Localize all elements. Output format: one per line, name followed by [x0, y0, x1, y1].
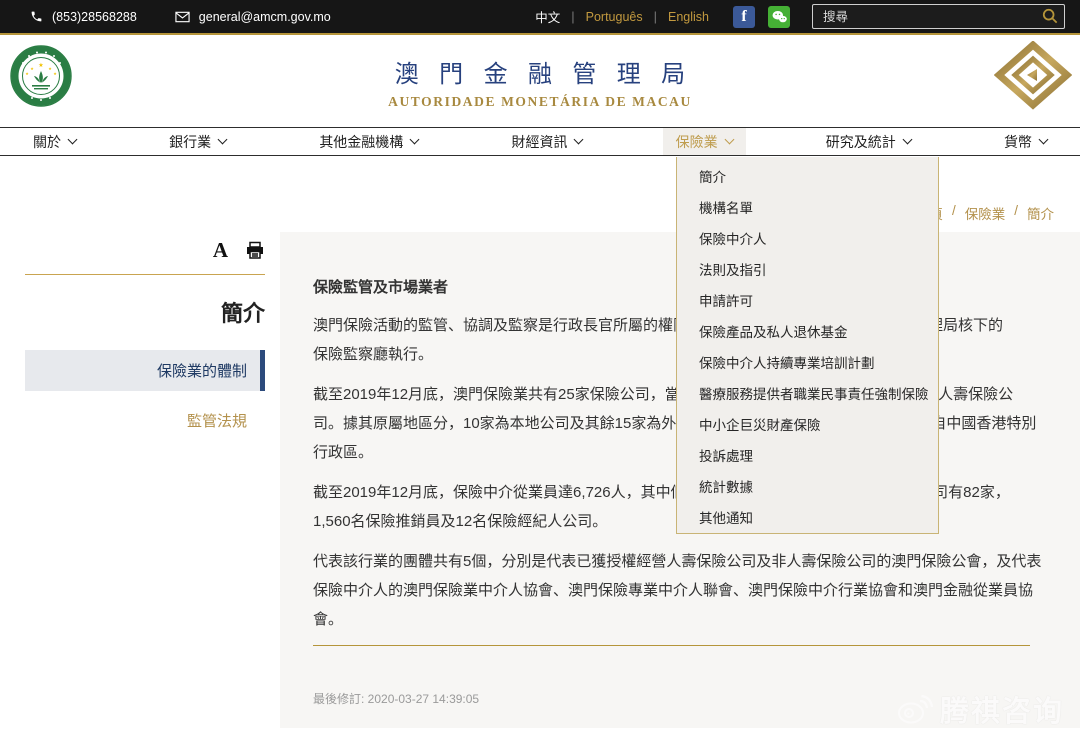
dropdown-item-insurance-intermediaries[interactable]: 保險中介人 [677, 224, 938, 255]
dropdown-item-licence-application[interactable]: 申請許可 [677, 286, 938, 317]
nav-label: 研究及統計 [826, 132, 896, 152]
search-icon[interactable] [1042, 8, 1058, 24]
nav-item-about[interactable]: 關於 [20, 128, 89, 155]
lang-pt[interactable]: Português [575, 10, 654, 24]
chevron-down-icon [724, 135, 734, 145]
font-size-button[interactable]: A [213, 240, 228, 261]
last-modified-text: 最後修訂: 2020-03-27 14:39:05 [313, 690, 1080, 707]
breadcrumb-separator: / [1014, 203, 1018, 223]
page-tools: A [25, 240, 265, 275]
content-divider [313, 645, 1030, 646]
sidebar-item-insurance-system[interactable]: 保險業的體制 [25, 350, 265, 391]
dropdown-item-cpd-programme[interactable]: 保險中介人持續專業培訓計劃 [677, 348, 938, 379]
site-title-chinese: 澳門金融管理局 [20, 54, 1080, 89]
chevron-down-icon [68, 135, 78, 145]
lang-en[interactable]: English [657, 10, 720, 24]
sidebar: A 簡介 保險業的體制 監管法規 [25, 240, 265, 450]
chevron-down-icon [902, 135, 912, 145]
print-icon[interactable] [245, 241, 265, 260]
dropdown-item-statistics[interactable]: 統計數據 [677, 472, 938, 503]
nav-item-other-financial-institutions[interactable]: 其他金融機構 [306, 128, 431, 155]
nav-label: 其他金融機構 [319, 132, 403, 152]
amcm-website-page: (853)28568288 general@amcm.gov.mo 中文 | P… [0, 0, 1080, 738]
dropdown-item-institutions-list[interactable]: 機構名單 [677, 193, 938, 224]
phone-contact: (853)28568288 [30, 10, 137, 24]
paragraph-associations: 代表該行業的團體共有5個，分別是代表已獲授權經營人壽保險公司及非人壽保險公司的澳… [313, 547, 1080, 634]
phone-number: (853)28568288 [52, 10, 137, 24]
mail-icon [175, 11, 190, 23]
facebook-icon[interactable]: f [733, 6, 755, 28]
insurance-dropdown-menu: 簡介 機構名單 保險中介人 法則及指引 申請許可 保險產品及私人退休基金 保險中… [676, 157, 939, 534]
search-input[interactable] [812, 4, 1065, 29]
wechat-glyph [771, 9, 788, 24]
breadcrumb-insurance[interactable]: 保險業 [965, 203, 1006, 223]
dropdown-item-sme-catastrophe-insurance[interactable]: 中小企巨災財產保險 [677, 410, 938, 441]
phone-icon [30, 10, 43, 23]
amcm-diamond-logo[interactable] [994, 41, 1072, 111]
search-box [812, 4, 1065, 29]
text-line: 保險中介人的澳門保險業中介人協會、澳門保險專業中介人聯會、澳門保險中介行業協會和… [313, 576, 1080, 605]
nav-label: 貨幣 [1004, 132, 1032, 152]
nav-item-financial-info[interactable]: 財經資訊 [498, 128, 595, 155]
dropdown-item-intro[interactable]: 簡介 [677, 162, 938, 193]
nav-item-currency[interactable]: 貨幣 [991, 128, 1060, 155]
top-utility-bar: (853)28568288 general@amcm.gov.mo 中文 | P… [0, 0, 1080, 35]
dropdown-item-complaints[interactable]: 投訴處理 [677, 441, 938, 472]
text-line: 代表該行業的團體共有5個，分別是代表已獲授權經營人壽保險公司及非人壽保險公司的澳… [313, 547, 1080, 576]
nav-label: 財經資訊 [511, 132, 567, 152]
site-title-block[interactable]: 澳門金融管理局 AUTORIDADE MONETÁRIA DE MACAU [0, 54, 1080, 110]
wechat-icon[interactable] [768, 6, 790, 28]
sidebar-section-title: 簡介 [25, 296, 265, 328]
nav-item-insurance[interactable]: 保險業 [663, 128, 746, 155]
dropdown-item-other-notices[interactable]: 其他通知 [677, 503, 938, 534]
main-nav: 關於 銀行業 其他金融機構 財經資訊 保險業 研究及統計 貨幣 [0, 127, 1080, 156]
nav-label: 關於 [33, 132, 61, 152]
lang-zh[interactable]: 中文 [524, 7, 571, 26]
sidebar-item-regulations[interactable]: 監管法規 [25, 400, 265, 441]
breadcrumb-current: 簡介 [1027, 203, 1054, 223]
chevron-down-icon [410, 135, 420, 145]
email-address[interactable]: general@amcm.gov.mo [199, 10, 331, 24]
nav-label: 保險業 [676, 132, 718, 152]
chevron-down-icon [1038, 135, 1048, 145]
topbar-right-group: 中文 | Português | English f [524, 4, 1065, 29]
site-title-portuguese: AUTORIDADE MONETÁRIA DE MACAU [0, 94, 1080, 110]
breadcrumb-separator: / [952, 203, 956, 223]
chevron-down-icon [574, 135, 584, 145]
dropdown-item-products-pension-funds[interactable]: 保險產品及私人退休基金 [677, 317, 938, 348]
chevron-down-icon [218, 135, 228, 145]
nav-label: 銀行業 [169, 132, 211, 152]
dropdown-item-medical-liability-insurance[interactable]: 醫療服務提供者職業民事責任強制保險 [677, 379, 938, 410]
email-contact[interactable]: general@amcm.gov.mo [175, 10, 331, 24]
text-line: 會。 [313, 605, 1080, 634]
dropdown-item-rules-guidelines[interactable]: 法則及指引 [677, 255, 938, 286]
site-header: ★★★ ★★ 澳門金融管理局 AUTORIDADE MONETÁRIA DE M… [0, 37, 1080, 127]
nav-item-research-statistics[interactable]: 研究及統計 [813, 128, 924, 155]
nav-item-banking[interactable]: 銀行業 [156, 128, 239, 155]
